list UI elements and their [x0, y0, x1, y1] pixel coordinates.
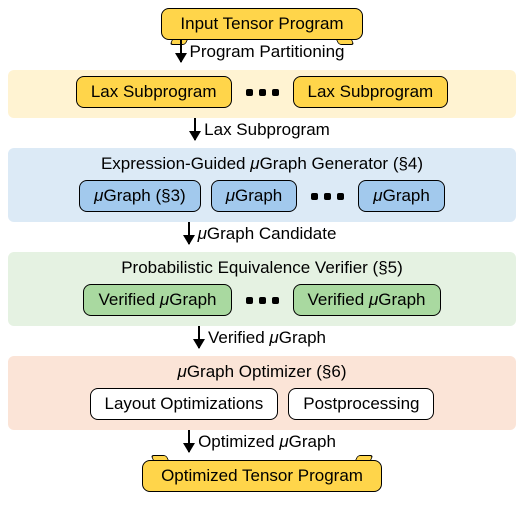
mu-icon: μ: [178, 362, 187, 381]
input-tensor-box: Input Tensor Program: [161, 8, 362, 40]
optimized-tensor-label: Optimized Tensor Program: [161, 466, 363, 485]
arrow-verified-mugraph: Verified μGraph: [198, 326, 326, 356]
arrow-label: Program Partitioning: [190, 40, 345, 62]
band-equivalence-verifier: Probabilistic Equivalence Verifier (§5) …: [8, 252, 516, 326]
verified-row: Verified μGraph Verified μGraph: [83, 284, 440, 316]
arrow-icon: [180, 40, 182, 62]
arrow-optimized-mugraph: Optimized μGraph: [188, 430, 336, 460]
text: Graph: [383, 186, 430, 205]
verifier-title: Probabilistic Equivalence Verifier (§5): [121, 258, 403, 278]
mu-icon: μ: [250, 154, 259, 173]
text: Graph Generator (§4): [260, 154, 423, 173]
text: Graph Candidate: [207, 224, 336, 243]
mugraph-row: μGraph (§3) μGraph μGraph: [79, 180, 445, 212]
text: Optimized: [198, 432, 279, 451]
arrow-program-partitioning: Program Partitioning: [180, 40, 345, 70]
verified-mugraph-box-left: Verified μGraph: [83, 284, 231, 316]
mu-icon: μ: [160, 290, 169, 309]
arrow-lax-subprogram: Lax Subprogram: [194, 118, 330, 148]
text: Verified: [208, 328, 269, 347]
ellipsis-icon: [307, 193, 348, 200]
text: Graph: [378, 290, 425, 309]
mu-icon: μ: [269, 328, 278, 347]
text: Graph: [279, 328, 326, 347]
text: Graph: [169, 290, 216, 309]
arrow-label: μGraph Candidate: [198, 222, 337, 244]
optimized-tensor-box: Optimized Tensor Program: [142, 460, 382, 492]
lax-subprogram-box-right: Lax Subprogram: [293, 76, 449, 108]
graph-generator-title: Expression-Guided μGraph Generator (§4): [101, 154, 423, 174]
arrow-graph-candidate: μGraph Candidate: [188, 222, 337, 252]
verified-mugraph-box-right: Verified μGraph: [293, 284, 441, 316]
arrow-icon: [188, 430, 190, 452]
text: Layout Optimizations: [105, 394, 264, 413]
text: Verified: [98, 290, 159, 309]
mu-icon: μ: [369, 290, 378, 309]
lax-row: Lax Subprogram Lax Subprogram: [76, 76, 448, 108]
arrow-icon: [194, 118, 196, 140]
text: Graph: [235, 186, 282, 205]
text: Graph (§3): [103, 186, 185, 205]
mugraph-box-3: μGraph: [358, 180, 445, 212]
mu-icon: μ: [226, 186, 235, 205]
lax-subprogram-label: Lax Subprogram: [308, 82, 434, 101]
band-graph-optimizer: μGraph Optimizer (§6) Layout Optimizatio…: [8, 356, 516, 430]
ellipsis-icon: [242, 297, 283, 304]
lax-subprogram-label: Lax Subprogram: [91, 82, 217, 101]
lax-subprogram-box-left: Lax Subprogram: [76, 76, 232, 108]
arrow-icon: [188, 222, 190, 244]
mugraph-box-1: μGraph (§3): [79, 180, 201, 212]
optimizer-title: μGraph Optimizer (§6): [178, 362, 347, 382]
arrow-label: Lax Subprogram: [204, 118, 330, 140]
arrow-label: Verified μGraph: [208, 326, 326, 348]
text: Expression-Guided: [101, 154, 250, 173]
ellipsis-icon: [242, 89, 283, 96]
band-lax-subprograms: Lax Subprogram Lax Subprogram: [8, 70, 516, 118]
optimizer-row: Layout Optimizations Postprocessing: [90, 388, 435, 420]
mugraph-box-2: μGraph: [211, 180, 298, 212]
layout-optimizations-box: Layout Optimizations: [90, 388, 279, 420]
text: Postprocessing: [303, 394, 419, 413]
text: Graph Optimizer (§6): [187, 362, 347, 381]
text: Verified: [308, 290, 369, 309]
input-tensor-label: Input Tensor Program: [180, 14, 343, 33]
arrow-label: Optimized μGraph: [198, 430, 336, 452]
band-graph-generator: Expression-Guided μGraph Generator (§4) …: [8, 148, 516, 222]
postprocessing-box: Postprocessing: [288, 388, 434, 420]
diagram-root: Input Tensor Program Program Partitionin…: [8, 8, 516, 492]
mu-icon: μ: [198, 224, 207, 243]
mu-icon: μ: [373, 186, 382, 205]
mu-icon: μ: [279, 432, 288, 451]
text: Graph: [289, 432, 336, 451]
arrow-icon: [198, 326, 200, 348]
